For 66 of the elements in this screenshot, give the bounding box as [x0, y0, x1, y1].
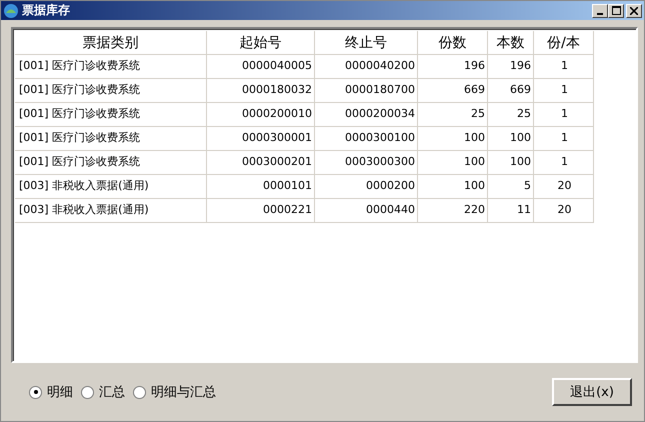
table-cell: 11 — [488, 199, 534, 223]
minimize-button[interactable] — [592, 4, 608, 18]
table-cell: 1 — [534, 151, 594, 175]
table-cell: 100 — [418, 175, 488, 199]
column-header[interactable]: 终止号 — [315, 31, 418, 55]
table-cell: 220 — [418, 199, 488, 223]
radio-button[interactable] — [133, 386, 146, 398]
table-cell: [001] 医疗门诊收费系统 — [15, 103, 207, 127]
table-cell: [001] 医疗门诊收费系统 — [15, 55, 207, 79]
exit-button[interactable]: 退出(x) — [552, 378, 632, 406]
table-cell: 1 — [534, 79, 594, 103]
app-icon — [3, 2, 19, 18]
table-cell: 100 — [488, 151, 534, 175]
table-cell: 5 — [488, 175, 534, 199]
table-cell: 25 — [488, 103, 534, 127]
column-header[interactable]: 票据类别 — [15, 31, 207, 55]
close-icon — [630, 6, 638, 14]
radio-label[interactable]: 汇总 — [99, 383, 125, 401]
table-cell: 196 — [488, 55, 534, 79]
table-cell: 196 — [418, 55, 488, 79]
table-cell: 0000040005 — [207, 55, 315, 79]
table-cell: [001] 医疗门诊收费系统 — [15, 79, 207, 103]
column-header[interactable]: 份/本 — [534, 31, 594, 55]
table-cell: [001] 医疗门诊收费系统 — [15, 127, 207, 151]
table-cell: 0000200010 — [207, 103, 315, 127]
table-cell: 0000221 — [207, 199, 315, 223]
table-cell: 1 — [534, 127, 594, 151]
table-cell: 0000180032 — [207, 79, 315, 103]
table-cell: 0000101 — [207, 175, 315, 199]
column-header[interactable]: 本数 — [488, 31, 534, 55]
table-cell: 0000040200 — [315, 55, 418, 79]
table-cell: [001] 医疗门诊收费系统 — [15, 151, 207, 175]
table-cell: [003] 非税收入票据(通用) — [15, 175, 207, 199]
table-cell: 0000180700 — [315, 79, 418, 103]
table-cell: 0000300100 — [315, 127, 418, 151]
radio-option[interactable]: 明细 — [29, 383, 73, 401]
table-cell: 0000300001 — [207, 127, 315, 151]
close-button[interactable] — [626, 4, 642, 18]
radio-label[interactable]: 明细与汇总 — [151, 383, 216, 401]
table-cell: 20 — [534, 175, 594, 199]
column-header[interactable]: 起始号 — [207, 31, 315, 55]
table-cell: 100 — [488, 127, 534, 151]
table-cell: 0000200034 — [315, 103, 418, 127]
table-cell: 0003000201 — [207, 151, 315, 175]
table-cell: 1 — [534, 103, 594, 127]
minimize-icon — [597, 12, 603, 14]
maximize-button[interactable] — [608, 4, 624, 18]
table-cell: 0003000300 — [315, 151, 418, 175]
radio-label[interactable]: 明细 — [47, 383, 73, 401]
maximize-icon — [612, 6, 620, 15]
table-cell: 100 — [418, 151, 488, 175]
table-cell: 25 — [418, 103, 488, 127]
table-cell: [003] 非税收入票据(通用) — [15, 199, 207, 223]
table-cell: 669 — [418, 79, 488, 103]
column-header[interactable]: 份数 — [418, 31, 488, 55]
radio-button[interactable] — [81, 386, 94, 398]
radio-option[interactable]: 明细与汇总 — [133, 383, 216, 401]
table-cell: 669 — [488, 79, 534, 103]
table-cell: 100 — [418, 127, 488, 151]
radio-option[interactable]: 汇总 — [81, 383, 125, 401]
radio-button[interactable] — [29, 386, 42, 398]
table-cell: 0000440 — [315, 199, 418, 223]
table-cell: 20 — [534, 199, 594, 223]
window-title: 票据库存 — [22, 2, 70, 19]
table-cell: 0000200 — [315, 175, 418, 199]
table-cell: 1 — [534, 55, 594, 79]
